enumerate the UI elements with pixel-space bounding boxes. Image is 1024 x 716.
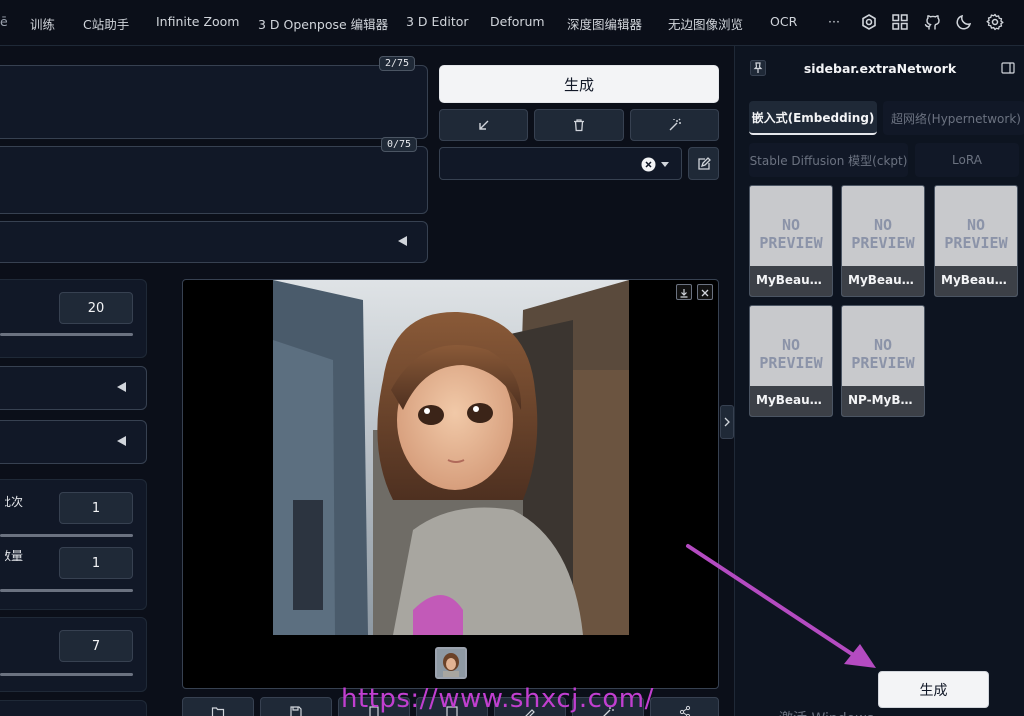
- no-preview-placeholder: NO PREVIEW: [851, 216, 915, 252]
- steps-input[interactable]: 20: [59, 292, 133, 324]
- open-folder-button[interactable]: [182, 697, 254, 716]
- tab-infinite-zoom[interactable]: Infinite Zoom: [156, 14, 239, 29]
- no-preview-placeholder: NO PREVIEW: [759, 216, 823, 252]
- close-icon: [701, 289, 709, 297]
- app-root: ē 训练 C站助手 Infinite Zoom 3 D Openpose 编辑器…: [0, 0, 1024, 716]
- network-card[interactable]: NO PREVIEW MyBeauti...: [841, 185, 925, 297]
- share-icon: [679, 705, 690, 716]
- tab-partial[interactable]: ē: [0, 14, 8, 29]
- save-button[interactable]: [260, 697, 332, 716]
- cfg-slider[interactable]: [0, 673, 133, 676]
- annotation-arrow: [686, 544, 876, 668]
- tab-hypernetwork[interactable]: 超网络(Hypernetwork): [883, 101, 1024, 135]
- no-preview-placeholder: NO PREVIEW: [851, 336, 915, 372]
- top-nav: ē 训练 C站助手 Infinite Zoom 3 D Openpose 编辑器…: [0, 0, 1024, 46]
- magic-wand-icon: [669, 118, 681, 131]
- prompt-input[interactable]: [0, 65, 428, 139]
- gear-icon[interactable]: [986, 13, 1004, 31]
- negative-token-counter: 0/75: [381, 137, 418, 152]
- tab-civitai-helper[interactable]: C站助手: [83, 14, 129, 33]
- no-preview-placeholder: NO PREVIEW: [944, 216, 1008, 252]
- tab-ocr[interactable]: OCR: [770, 14, 797, 29]
- network-card-title: MyBeauti...: [842, 266, 924, 296]
- expand-arrow-icon[interactable]: [117, 382, 126, 392]
- batch-count-slider[interactable]: [0, 534, 133, 537]
- sidebar-title: sidebar.extraNetwork: [803, 61, 957, 76]
- share-button[interactable]: [650, 697, 719, 716]
- steps-slider[interactable]: [0, 333, 133, 336]
- network-card[interactable]: NO PREVIEW MyBeauti...: [749, 305, 833, 417]
- sidebar-toggle-handle[interactable]: [720, 405, 734, 439]
- collapse-arrow-icon[interactable]: [398, 236, 407, 246]
- batch-count-input[interactable]: 1: [59, 492, 133, 524]
- tab-deforum[interactable]: Deforum: [490, 14, 545, 29]
- prompt-token-counter: 2/75: [379, 56, 416, 71]
- tab-train[interactable]: 训练: [30, 14, 55, 33]
- negative-prompt-input[interactable]: [0, 146, 428, 214]
- windows-activation-text: 激活 Windows: [779, 708, 874, 716]
- chevron-down-icon[interactable]: [661, 162, 669, 168]
- folder-icon: [211, 707, 225, 716]
- batch-size-slider[interactable]: [0, 589, 133, 592]
- network-card-title: MyBeauti...: [750, 266, 832, 296]
- generated-image[interactable]: [273, 280, 629, 635]
- github-icon[interactable]: [923, 13, 941, 31]
- tab-3d-editor[interactable]: 3 D Editor: [406, 14, 469, 29]
- network-card-title: MyBeauti...: [750, 386, 832, 416]
- tab-checkpoint[interactable]: Stable Diffusion 模型(ckpt): [749, 143, 908, 177]
- generate-button-bottom[interactable]: 生成: [878, 671, 989, 708]
- tab-depth-editor[interactable]: 深度图编辑器: [567, 14, 642, 33]
- expand-arrow-icon[interactable]: [117, 436, 126, 446]
- next-panel: [0, 700, 147, 716]
- tab-lora[interactable]: LoRA: [915, 143, 1019, 177]
- download-image-button[interactable]: [676, 284, 692, 300]
- network-card[interactable]: NO PREVIEW MyBeauti...: [934, 185, 1018, 297]
- close-image-button[interactable]: [697, 284, 713, 300]
- network-card[interactable]: NO PREVIEW MyBeauti...: [749, 185, 833, 297]
- collapsible-row[interactable]: [0, 221, 428, 263]
- network-card-title: MyBeauti...: [935, 266, 1017, 296]
- chevron-right-icon: [724, 417, 730, 427]
- network-card[interactable]: NO PREVIEW NP-MyBe...: [841, 305, 925, 417]
- styles-apply-button[interactable]: [630, 109, 719, 141]
- image-thumbnail[interactable]: [435, 647, 467, 679]
- network-card-title: NP-MyBe...: [842, 386, 924, 416]
- moon-icon[interactable]: [955, 13, 973, 31]
- download-icon: [680, 289, 688, 298]
- panel-collapse-icon[interactable]: [1001, 61, 1015, 75]
- settings-hex-icon[interactable]: [860, 13, 878, 31]
- tab-embedding[interactable]: 嵌入式(Embedding): [749, 101, 877, 135]
- edit-styles-button[interactable]: [688, 147, 719, 180]
- arrow-down-left-icon: [478, 120, 488, 130]
- clear-prompt-button[interactable]: [534, 109, 624, 141]
- trash-icon: [574, 119, 584, 132]
- watermark-url: https://www.shxcj.com/: [341, 684, 654, 714]
- no-preview-placeholder: NO PREVIEW: [759, 336, 823, 372]
- generate-button[interactable]: 生成: [439, 65, 719, 103]
- tab-openpose-editor[interactable]: 3 D Openpose 编辑器: [258, 14, 388, 33]
- restore-prompt-button[interactable]: [439, 109, 528, 141]
- save-icon: [290, 706, 302, 716]
- tab-image-browser[interactable]: 无边图像浏览: [668, 14, 743, 33]
- tab-more[interactable]: ···: [828, 14, 840, 29]
- style-select[interactable]: [439, 147, 682, 180]
- cfg-input[interactable]: 7: [59, 630, 133, 662]
- batch-size-input[interactable]: 1: [59, 547, 133, 579]
- edit-icon: [697, 156, 711, 170]
- grid-icon[interactable]: [891, 13, 909, 31]
- clear-selection-icon[interactable]: [641, 157, 656, 172]
